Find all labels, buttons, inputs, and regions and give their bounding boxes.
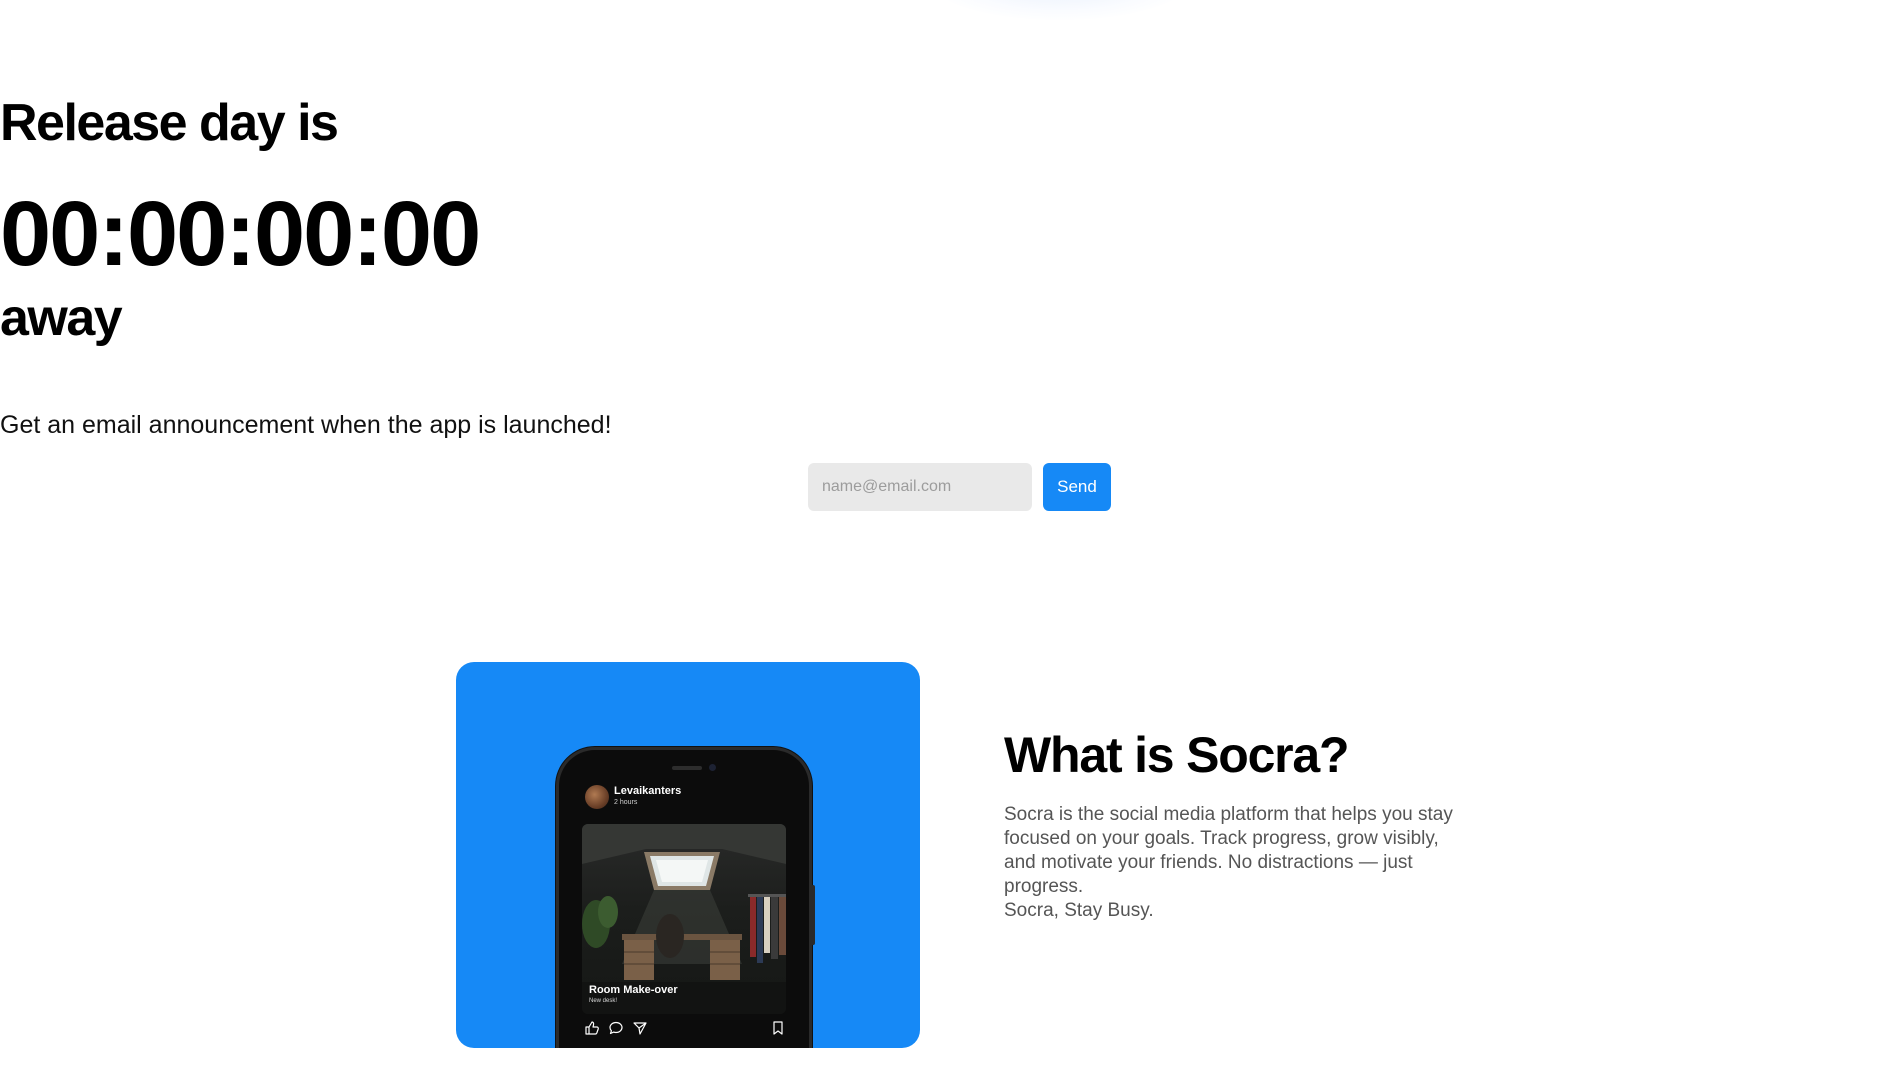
- countdown-suffix: away: [0, 289, 123, 347]
- phone-mockup: Levaikanters 2 hours Room Make-over New …: [559, 750, 815, 1048]
- post-caption-subtitle: New desk!: [589, 998, 618, 1004]
- feature-text-block: What is Socra? Socra is the social media…: [1004, 725, 1464, 923]
- phone-speaker: [672, 766, 702, 770]
- feature-tagline: Socra, Stay Busy.: [1004, 900, 1154, 921]
- bookmark-icon: [773, 1021, 783, 1035]
- post-caption-title: Room Make-over: [589, 984, 678, 996]
- signup-subtitle: Get an email announcement when the app i…: [0, 411, 612, 439]
- share-icon: [633, 1022, 647, 1035]
- avatar: [585, 785, 609, 809]
- send-button[interactable]: Send: [1043, 463, 1111, 511]
- top-glow-decoration: [930, 0, 1190, 20]
- comment-icon: [609, 1021, 623, 1035]
- feature-title: What is Socra?: [1004, 727, 1350, 783]
- page: Release day is 00:00:00:00 away Get an e…: [0, 0, 1903, 1079]
- feature-description: Socra is the social media platform that …: [1004, 804, 1453, 897]
- post-username: Levaikanters: [614, 785, 682, 797]
- phone-camera: [709, 764, 716, 771]
- signup-form: Send: [808, 463, 1111, 511]
- post-time: 2 hours: [614, 799, 638, 806]
- like-icon: [585, 1021, 599, 1035]
- email-field[interactable]: [808, 463, 1032, 511]
- post-actions: [584, 1020, 784, 1038]
- phone-side-button: [811, 885, 815, 945]
- countdown-timer: 00:00:00:00: [0, 183, 481, 285]
- feature-image-card: Levaikanters 2 hours Room Make-over New …: [456, 662, 920, 1048]
- release-headline: Release day is: [0, 94, 339, 152]
